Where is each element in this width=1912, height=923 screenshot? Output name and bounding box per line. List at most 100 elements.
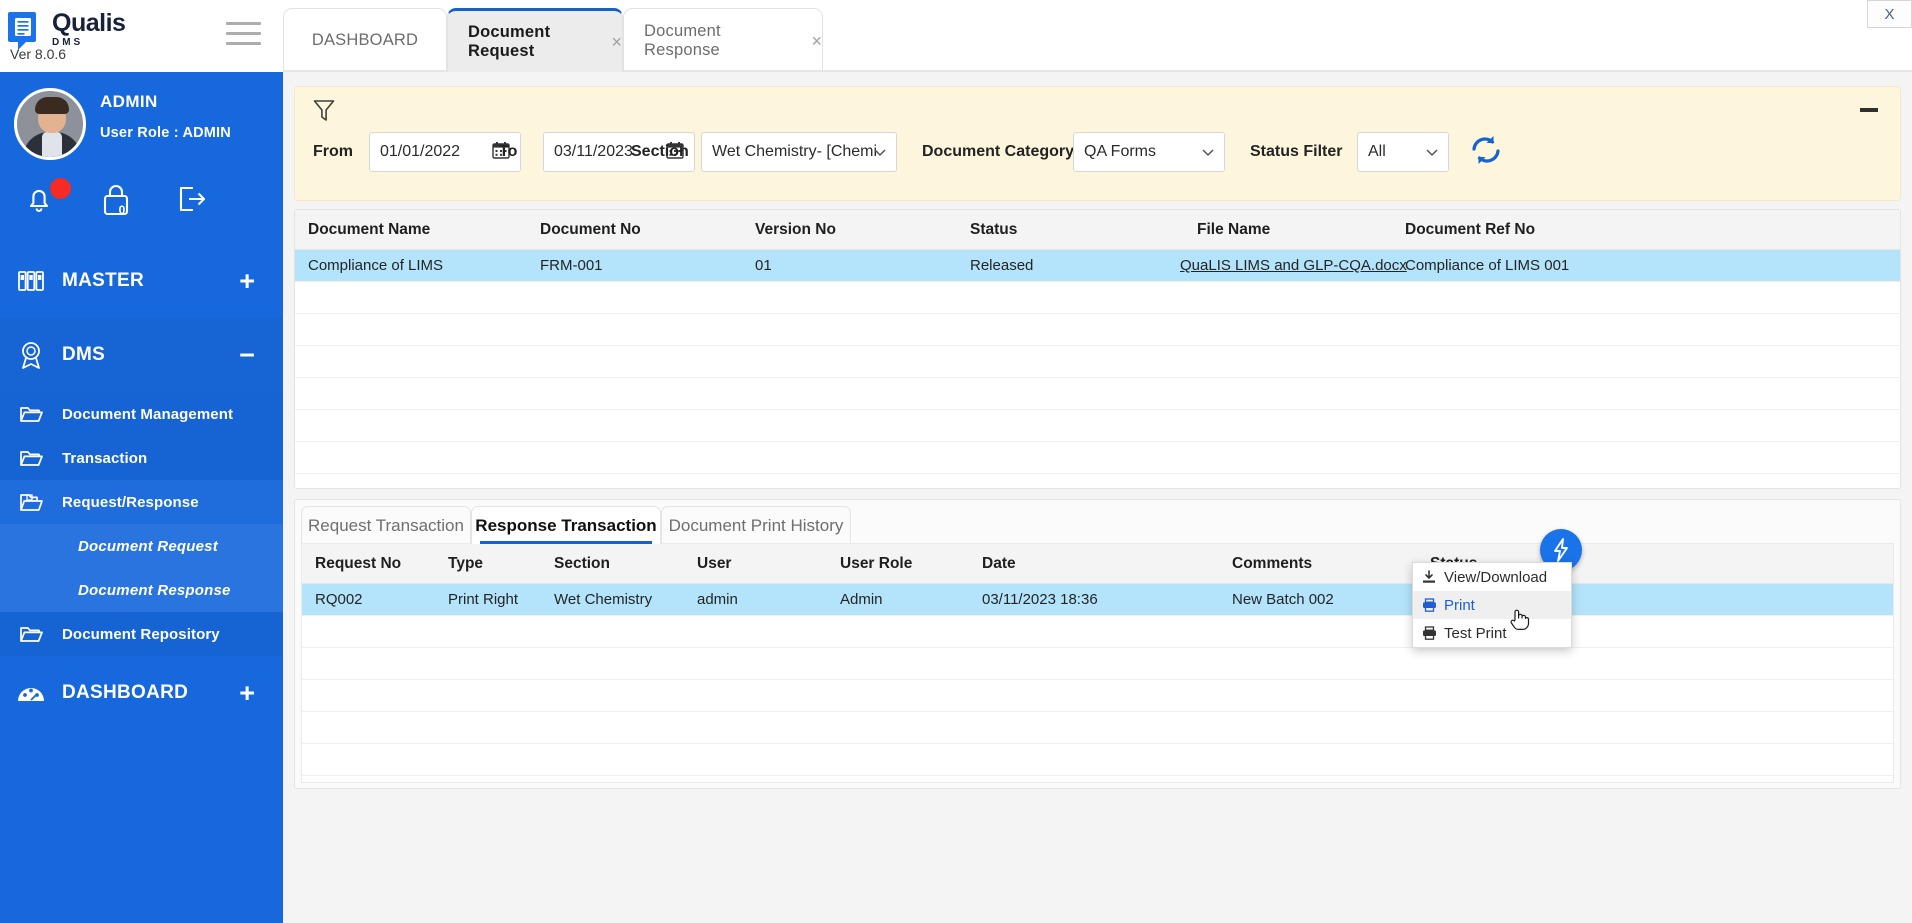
document-category-select[interactable]: QA Forms bbox=[1073, 132, 1225, 172]
chevron-down-icon bbox=[873, 145, 887, 159]
tab-dashboard[interactable]: DASHBOARD bbox=[283, 8, 447, 72]
menu-item-view-download-label: View/Download bbox=[1444, 568, 1548, 586]
cell-user-role: Admin bbox=[840, 591, 883, 608]
col-document-no: Document No bbox=[540, 221, 641, 238]
col-document-ref-no: Document Ref No bbox=[1405, 221, 1536, 238]
filter-funnel-icon[interactable] bbox=[313, 99, 335, 128]
cell-type: Print Right bbox=[448, 591, 519, 608]
tab-response-transaction[interactable]: Response Transaction bbox=[471, 506, 661, 544]
chevron-down-icon bbox=[1425, 145, 1439, 159]
notifications-bell-icon[interactable] bbox=[20, 178, 72, 230]
filter-collapse-button[interactable] bbox=[1860, 101, 1882, 119]
tab-response-transaction-label: Response Transaction bbox=[475, 515, 657, 535]
col-status: Status bbox=[970, 221, 1018, 238]
hamburger-menu-icon[interactable] bbox=[226, 22, 270, 52]
table-row-empty bbox=[302, 680, 1893, 712]
refresh-button[interactable] bbox=[1469, 133, 1509, 173]
status-filter-value: All bbox=[1368, 143, 1386, 160]
cell-user: admin bbox=[697, 591, 738, 608]
filter-panel: From 01/01/2022 To 03/11/2023 Section We… bbox=[294, 86, 1901, 201]
menu-item-view-download[interactable]: View/Download bbox=[1413, 563, 1571, 591]
table-row-empty bbox=[295, 442, 1900, 474]
document-grid: Document Name Document No Version No Sta… bbox=[294, 209, 1901, 489]
tab-document-response[interactable]: Document Response × bbox=[623, 8, 823, 72]
avatar bbox=[14, 88, 86, 160]
sidebar-group-dashboard[interactable]: DASHBOARD + bbox=[0, 656, 283, 730]
cell-version-no: 01 bbox=[755, 257, 772, 274]
col-comments: Comments bbox=[1232, 555, 1313, 572]
cell-section: Wet Chemistry bbox=[554, 591, 653, 608]
sidebar-group-dms[interactable]: DMS − bbox=[0, 318, 283, 392]
table-row-empty bbox=[295, 314, 1900, 346]
sidebar-group-master-toggle[interactable]: + bbox=[239, 268, 255, 295]
notification-badge-dot bbox=[50, 178, 71, 199]
sidebar-group-dashboard-label: DASHBOARD bbox=[62, 682, 189, 703]
table-row-empty bbox=[302, 616, 1893, 648]
sidebar-item-document-management-label: Document Management bbox=[62, 405, 234, 423]
menu-item-print[interactable]: Print bbox=[1413, 591, 1571, 619]
table-row-empty bbox=[295, 378, 1900, 410]
table-row[interactable]: RQ002 Print Right Wet Chemistry admin Ad… bbox=[302, 584, 1893, 616]
from-date-value: 01/01/2022 bbox=[380, 143, 461, 160]
menu-item-print-label: Print bbox=[1444, 596, 1475, 614]
folder-icon bbox=[0, 448, 62, 468]
sidebar-item-document-repository[interactable]: Document Repository bbox=[0, 612, 283, 656]
to-label: To bbox=[499, 143, 518, 160]
sidebar-group-dms-label: DMS bbox=[62, 344, 106, 365]
section-select[interactable]: Wet Chemistry- [Chemical] [Q bbox=[701, 132, 897, 172]
tab-request-transaction-label: Request Transaction bbox=[308, 515, 464, 535]
to-date-value: 03/11/2023 bbox=[554, 143, 633, 160]
tab-request-transaction[interactable]: Request Transaction bbox=[301, 506, 471, 544]
lock-icon[interactable]: 0 bbox=[96, 180, 148, 230]
sidebar-item-document-management[interactable]: Document Management bbox=[0, 392, 283, 436]
brand-name: Qualis bbox=[52, 9, 126, 37]
tab-document-response-close-icon[interactable]: × bbox=[811, 32, 822, 50]
printer-icon bbox=[1422, 626, 1444, 640]
status-filter-select[interactable]: All bbox=[1357, 132, 1449, 172]
printer-icon bbox=[1422, 598, 1444, 612]
logout-icon[interactable] bbox=[172, 180, 224, 230]
menu-item-test-print-label: Test Print bbox=[1444, 624, 1507, 642]
cell-file-name-link[interactable]: QuaLIS LIMS and GLP-CQA.docx bbox=[1180, 257, 1407, 274]
cell-date: 03/11/2023 18:36 bbox=[982, 591, 1098, 608]
top-bar: Qualis DMS Ver 8.0.6 DASHBOARD Document … bbox=[0, 0, 1912, 72]
sidebar-item-transaction[interactable]: Transaction bbox=[0, 436, 283, 480]
menu-item-test-print[interactable]: Test Print bbox=[1413, 619, 1571, 647]
tab-document-request-label: Document Request bbox=[468, 22, 551, 60]
user-name: ADMIN bbox=[100, 92, 158, 111]
window-close-button[interactable]: X bbox=[1867, 0, 1912, 28]
status-filter-label: Status Filter bbox=[1250, 143, 1343, 160]
sidebar-group-dms-toggle[interactable]: − bbox=[239, 342, 255, 369]
sidebar-item-request-response[interactable]: Request/Response bbox=[0, 480, 283, 524]
sidebar-group-master[interactable]: MASTER + bbox=[0, 244, 283, 318]
sidebar-group-master-label: MASTER bbox=[62, 270, 145, 291]
document-grid-header: Document Name Document No Version No Sta… bbox=[295, 210, 1900, 250]
cell-document-no: FRM-001 bbox=[540, 257, 603, 274]
table-row-empty bbox=[302, 744, 1893, 776]
brand-text: Qualis DMS bbox=[52, 9, 126, 49]
sidebar-item-request-response-label: Request/Response bbox=[62, 493, 199, 511]
col-user: User bbox=[697, 555, 732, 572]
table-row[interactable]: Compliance of LIMS FRM-001 01 Released Q… bbox=[295, 250, 1900, 282]
folder-icon bbox=[0, 404, 62, 424]
tab-document-request[interactable]: Document Request × bbox=[447, 8, 623, 72]
col-user-role: User Role bbox=[840, 555, 913, 572]
request-response-children: Document Request Document Response bbox=[0, 524, 283, 612]
section-label: Section bbox=[631, 143, 689, 160]
tab-document-request-close-icon[interactable]: × bbox=[611, 33, 622, 51]
sidebar-quick-icons: 0 bbox=[0, 172, 283, 238]
sidebar-group-dashboard-toggle[interactable]: + bbox=[239, 680, 255, 707]
col-date: Date bbox=[982, 555, 1016, 572]
cell-request-no: RQ002 bbox=[315, 591, 363, 608]
ribbon-badge-icon bbox=[0, 340, 62, 370]
sidebar-item-document-response[interactable]: Document Response bbox=[0, 568, 283, 612]
main-content: From 01/01/2022 To 03/11/2023 Section We… bbox=[283, 72, 1912, 923]
download-icon bbox=[1422, 570, 1444, 584]
col-section: Section bbox=[554, 555, 610, 572]
user-role: User Role : ADMIN bbox=[100, 125, 231, 141]
tab-document-print-history[interactable]: Document Print History bbox=[661, 506, 851, 544]
sidebar: ADMIN User Role : ADMIN 0 MASTER + DMS −… bbox=[0, 72, 283, 923]
sidebar-item-document-request[interactable]: Document Request bbox=[0, 524, 283, 568]
sidebar-item-document-repository-label: Document Repository bbox=[62, 625, 220, 643]
folder-icon bbox=[0, 624, 62, 644]
